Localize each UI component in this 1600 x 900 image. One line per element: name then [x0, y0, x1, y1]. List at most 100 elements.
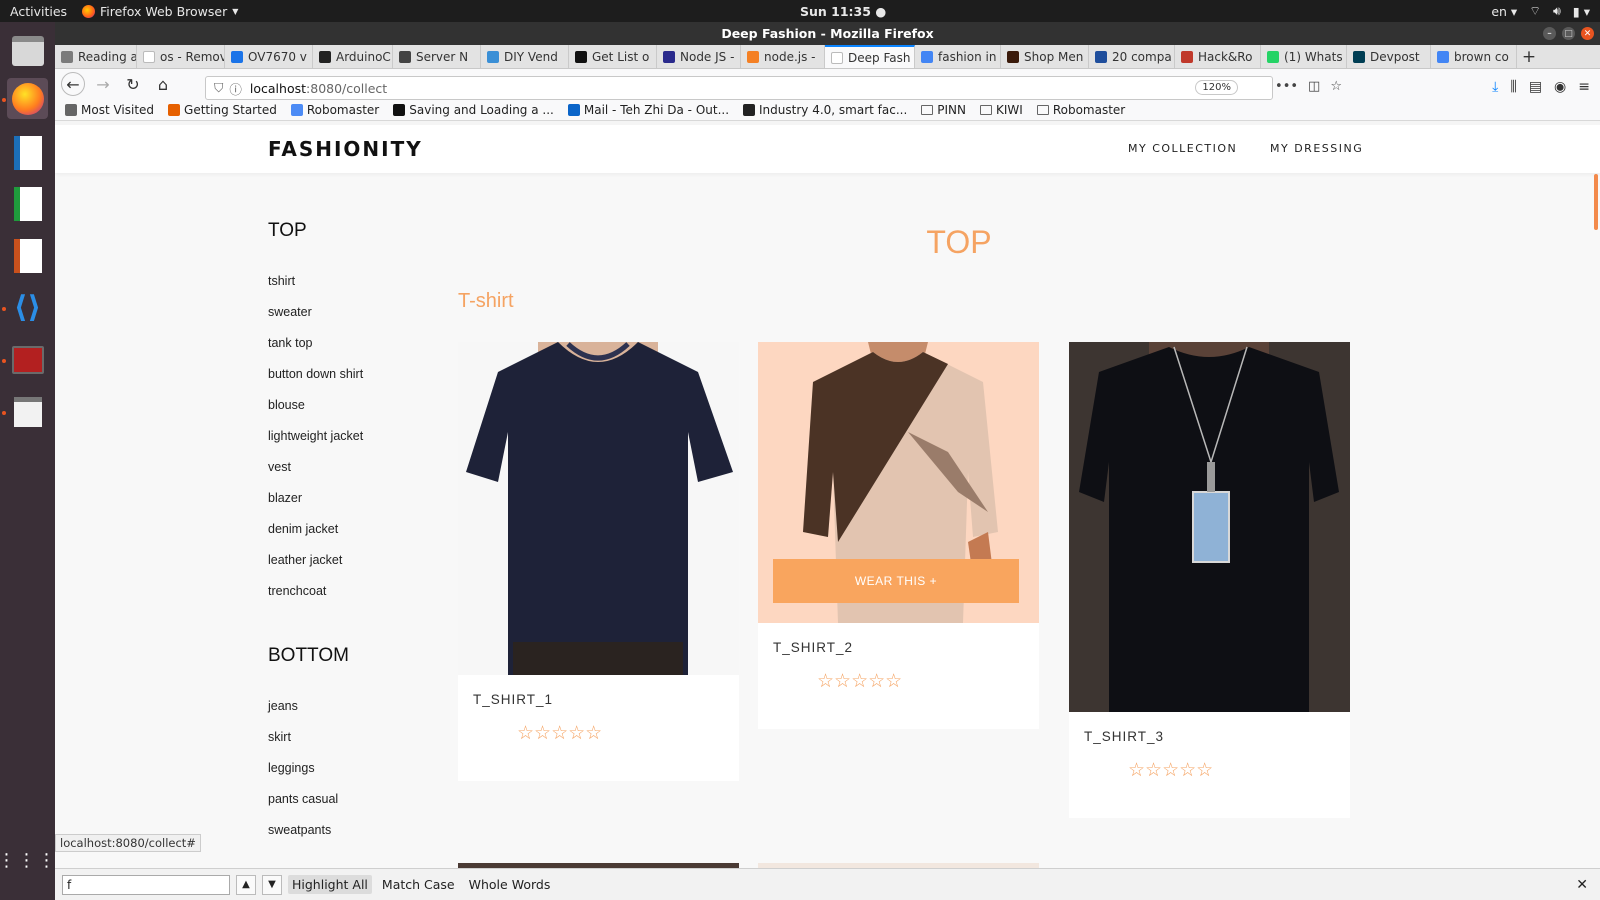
activities-button[interactable]: Activities — [0, 4, 82, 19]
bookmark-item[interactable]: PINN — [921, 103, 966, 117]
downloads-icon[interactable]: ⤓ — [1492, 79, 1498, 95]
sidebar-item-lightweight-jacket[interactable]: lightweight jacket — [268, 421, 448, 452]
clock[interactable]: Sun 11:35 ● — [800, 4, 886, 19]
pocket-icon[interactable]: ◫ — [1308, 79, 1320, 94]
tab-11[interactable]: Shop Men — [1001, 45, 1089, 68]
product-image[interactable] — [1069, 342, 1350, 712]
sidebar-item-sweatpants[interactable]: sweatpants — [268, 815, 448, 846]
sidebar-item-denim-jacket[interactable]: denim jacket — [268, 514, 448, 545]
sidebar-item-blouse[interactable]: blouse — [268, 390, 448, 421]
sidebar-item-sweater[interactable]: sweater — [268, 297, 448, 328]
files-icon[interactable] — [7, 30, 48, 71]
nav-my-dressing[interactable]: MY DRESSING — [1270, 142, 1363, 155]
tab-5[interactable]: DIY Vend — [481, 45, 569, 68]
reload-button[interactable]: ↻ — [121, 72, 145, 96]
sidebar-item-jeans[interactable]: jeans — [268, 691, 448, 722]
find-next-button[interactable]: ▼ — [262, 874, 282, 895]
product-image[interactable]: WEAR THIS + — [758, 342, 1039, 623]
bookmark-item[interactable]: Industry 4.0, smart fac... — [743, 103, 907, 117]
menu-icon[interactable]: ≡ — [1578, 79, 1590, 95]
tab-14[interactable]: (1) Whats — [1261, 45, 1347, 68]
app-grid-icon[interactable]: ⋮⋮⋮ — [0, 840, 56, 881]
product-card[interactable]: T_SHIRT_1 ☆☆☆☆☆ — [458, 342, 739, 781]
tab-8[interactable]: node.js - — [741, 45, 825, 68]
sidebar-item-leather-jacket[interactable]: leather jacket — [268, 545, 448, 576]
sidebar-item-leggings[interactable]: leggings — [268, 753, 448, 784]
bookmark-item[interactable]: KIWI — [980, 103, 1023, 117]
minimize-icon[interactable]: – — [1543, 27, 1556, 40]
rating-stars[interactable]: ☆☆☆☆☆ — [517, 722, 602, 744]
home-button[interactable]: ⌂ — [151, 72, 175, 96]
tab-2[interactable]: OV7670 v — [225, 45, 313, 68]
library-icon[interactable]: ⫼ — [1510, 79, 1516, 95]
impress-icon[interactable] — [7, 235, 48, 276]
tab-4[interactable]: Server N — [393, 45, 481, 68]
highlight-all-toggle[interactable]: Highlight All — [288, 875, 372, 894]
text-editor-icon[interactable] — [7, 391, 48, 432]
whole-words-toggle[interactable]: Whole Words — [465, 875, 555, 894]
product-card[interactable]: WEAR THIS + T_SHIRT_2 ☆☆☆☆☆ — [758, 342, 1039, 729]
tab-13[interactable]: Hack&Ro — [1175, 45, 1261, 68]
sidebar-item-vest[interactable]: vest — [268, 452, 448, 483]
rating-stars[interactable]: ☆☆☆☆☆ — [817, 670, 902, 692]
sidebar-item-tshirt[interactable]: tshirt — [268, 266, 448, 297]
tab-12[interactable]: 20 compa — [1089, 45, 1175, 68]
page-actions-icon[interactable]: ••• — [1275, 79, 1298, 94]
rating-stars[interactable]: ☆☆☆☆☆ — [1128, 759, 1213, 781]
window-titlebar[interactable]: Deep Fashion - Mozilla Firefox – □ ✕ — [55, 22, 1600, 45]
product-image[interactable] — [458, 342, 739, 675]
writer-icon[interactable] — [7, 132, 48, 173]
tab-15[interactable]: Devpost — [1347, 45, 1431, 68]
new-tab-button[interactable]: + — [1517, 45, 1541, 68]
app-menu[interactable]: Firefox Web Browser ▼ — [82, 4, 238, 19]
tab-10[interactable]: fashion in — [915, 45, 1001, 68]
volume-icon[interactable]: 🔊︎ — [1553, 3, 1561, 19]
page-scrollbar[interactable] — [1594, 174, 1598, 230]
sidebar-icon[interactable]: ▤ — [1529, 79, 1542, 95]
sidebar-item-blazer[interactable]: blazer — [268, 483, 448, 514]
wear-this-button[interactable]: WEAR THIS + — [773, 559, 1019, 603]
back-button[interactable]: ← — [61, 72, 85, 96]
bookmark-item[interactable]: Most Visited — [65, 103, 154, 117]
sidebar-item-pants-casual[interactable]: pants casual — [268, 784, 448, 815]
sidebar-item-trenchcoat[interactable]: trenchcoat — [268, 576, 448, 607]
network-icon[interactable]: ⌔ — [1529, 3, 1541, 19]
forward-button[interactable]: → — [91, 72, 115, 96]
nav-my-collection[interactable]: MY COLLECTION — [1128, 142, 1237, 155]
url-bar[interactable]: ⛉ ⓘ localhost:8080/collect 120% ••• ◫ ☆ — [205, 76, 1342, 100]
bookmark-star-icon[interactable]: ☆ — [1330, 79, 1342, 94]
account-icon[interactable]: ◉ — [1554, 79, 1566, 95]
product-card[interactable]: T_SHIRT_3 ☆☆☆☆☆ — [1069, 342, 1350, 818]
battery-icon[interactable]: ▮ ▾ — [1573, 4, 1590, 19]
bookmark-item[interactable]: Robomaster — [1036, 103, 1125, 117]
terminal-icon[interactable] — [7, 339, 48, 380]
close-window-icon[interactable]: ✕ — [1581, 27, 1594, 40]
sidebar-item-skirt[interactable]: skirt — [268, 722, 448, 753]
info-icon[interactable]: ⓘ — [229, 79, 242, 98]
tab-16[interactable]: brown co — [1431, 45, 1517, 68]
find-previous-button[interactable]: ▲ — [236, 874, 256, 895]
firefox-icon[interactable] — [7, 78, 48, 119]
zoom-indicator[interactable]: 120% — [1195, 80, 1238, 95]
calc-icon[interactable] — [7, 183, 48, 224]
tab-3[interactable]: ArduinoC — [313, 45, 393, 68]
tab-7[interactable]: Node JS - — [657, 45, 741, 68]
bookmark-item[interactable]: Mail - Teh Zhi Da - Out... — [567, 103, 729, 117]
bookmark-item[interactable]: Saving and Loading a ... — [393, 103, 554, 117]
tab-6[interactable]: Get List o — [569, 45, 657, 68]
find-input[interactable]: f — [62, 874, 230, 895]
tab-9[interactable]: Deep Fash✕ — [825, 45, 915, 68]
bookmark-item[interactable]: Robomaster — [290, 103, 379, 117]
tab-1[interactable]: os - Remove — [137, 45, 225, 68]
vscode-icon[interactable]: ⟨⟩ — [7, 287, 48, 328]
sidebar-item-button-down-shirt[interactable]: button down shirt — [268, 359, 448, 390]
site-logo[interactable]: FASHIONITY — [268, 137, 423, 161]
sidebar-item-tank-top[interactable]: tank top — [268, 328, 448, 359]
close-find-bar-icon[interactable]: ✕ — [1576, 877, 1588, 893]
maximize-icon[interactable]: □ — [1562, 27, 1575, 40]
bookmark-item[interactable]: Getting Started — [168, 103, 277, 117]
language-indicator[interactable]: en ▾ — [1491, 4, 1517, 19]
shield-icon[interactable]: ⛉ — [214, 80, 223, 96]
match-case-toggle[interactable]: Match Case — [378, 875, 459, 894]
tab-0[interactable]: Reading a — [55, 45, 137, 68]
